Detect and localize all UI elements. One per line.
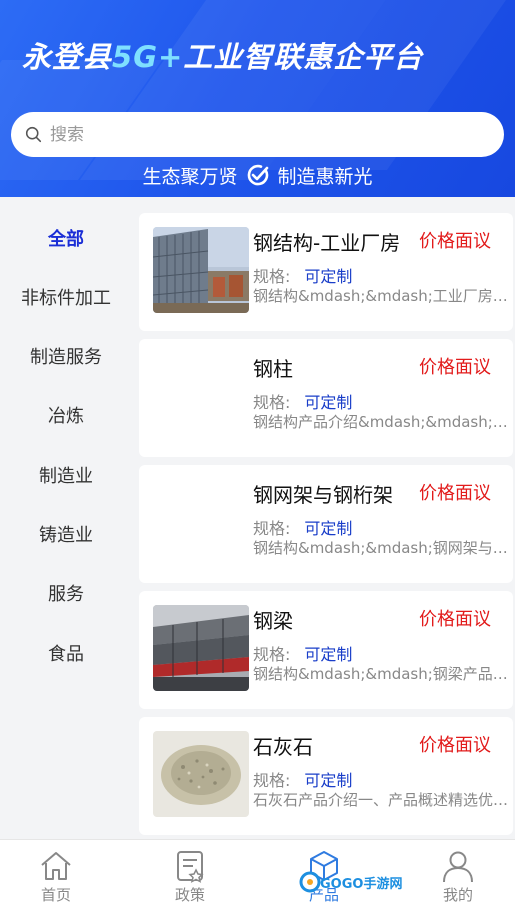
product-name: 钢网架与钢桁架: [253, 483, 393, 507]
sidebar-item-nonstandard[interactable]: 非标件加工: [0, 284, 132, 310]
product-desc: 钢结构产品介绍&mdash;&mdash;钢柱产品概述: [253, 413, 515, 431]
sidebar-item-manufacturing-service[interactable]: 制造服务: [0, 343, 132, 369]
user-icon: [443, 851, 473, 883]
slogan: 生态聚万贤 制造惠新光: [0, 160, 515, 190]
product-desc: 钢结构&mdash;&mdash;钢网架与钢桁架产品: [253, 539, 515, 557]
slogan-left: 生态聚万贤: [142, 165, 238, 188]
sidebar-item-smelting[interactable]: 冶炼: [0, 402, 132, 428]
steel-beam-image: [153, 605, 249, 691]
sidebar-item-food[interactable]: 食品: [0, 640, 132, 666]
product-desc: 石灰石产品介绍一、产品概述精选优质石灰石: [253, 791, 515, 809]
product-name: 钢梁: [253, 609, 293, 633]
page-title: 永登县5G+工业智联惠企平台: [22, 40, 424, 74]
product-price: 价格面议: [419, 357, 491, 378]
product-desc: 钢结构&mdash;&mdash;工业厂房产品介绍: [253, 287, 515, 305]
tab-mine[interactable]: 我的: [394, 840, 515, 906]
limestone-image: [153, 731, 249, 817]
product-price: 价格面议: [419, 483, 491, 504]
search-bar[interactable]: [11, 112, 504, 157]
search-input[interactable]: [50, 124, 470, 145]
product-spec: 规格: 可定制: [253, 393, 353, 412]
check-circle-logo-icon: [247, 164, 268, 186]
product-card[interactable]: 石灰石 价格面议 规格:可定制 石灰石产品介绍一、产品概述精选优质石灰石: [139, 717, 515, 835]
product-name: 钢柱: [253, 357, 293, 381]
slogan-right: 制造惠新光: [277, 165, 373, 188]
product-price: 价格面议: [419, 231, 491, 252]
category-sidebar: 全部 非标件加工 制造服务 冶炼 制造业 铸造业 服务 食品: [0, 197, 132, 839]
product-card[interactable]: 钢柱 价格面议 规格:可定制 钢结构产品介绍&mdash;&mdash;钢柱产品…: [139, 339, 515, 457]
home-icon: [41, 852, 71, 880]
sidebar-item-casting[interactable]: 铸造业: [0, 521, 132, 547]
search-icon: [25, 126, 42, 143]
gogo-watermark-logo: GOGO手游网: [299, 871, 402, 893]
product-list: 钢结构-工业厂房 价格面议 规格: 可定制 钢结构&mdash;&mdash;工业…: [132, 197, 515, 839]
tab-home[interactable]: 首页: [0, 840, 120, 906]
bottom-tab-bar: 首页 政策 产品 我的: [0, 839, 515, 906]
product-card[interactable]: 钢网架与钢桁架 价格面议 规格: 可定制 钢结构&mdash;&mdash;钢网架…: [139, 465, 515, 583]
policy-icon: [177, 851, 204, 883]
product-name: 石灰石: [253, 735, 313, 759]
sidebar-item-manufacturing[interactable]: 制造业: [0, 462, 132, 488]
product-desc: 钢结构&mdash;&mdash;钢梁产品介绍概述: [253, 665, 515, 683]
svg-text:GOGO手游网: GOGO手游网: [320, 876, 402, 892]
tab-policy[interactable]: 政策: [126, 840, 254, 906]
product-spec: 规格: 可定制: [253, 267, 353, 286]
product-price: 价格面议: [419, 609, 491, 630]
product-spec: 规格: 可定制: [253, 519, 353, 538]
product-spec: 规格: 可定制: [253, 771, 353, 790]
product-card[interactable]: 钢结构-工业厂房 价格面议 规格: 可定制 钢结构&mdash;&mdash;工业…: [139, 213, 515, 331]
product-name: 钢结构-工业厂房: [253, 231, 401, 255]
product-card[interactable]: 钢梁 价格面议 规格:可定制 钢结构&mdash;&mdash;钢梁产品介绍概述: [139, 591, 515, 709]
header-banner: 永登县5G+工业智联惠企平台 生态聚万贤 制造惠新光: [0, 0, 515, 197]
factory-building-image: [153, 227, 249, 313]
product-price: 价格面议: [419, 735, 491, 756]
product-spec: 规格: 可定制: [253, 645, 353, 664]
sidebar-item-all[interactable]: 全部: [0, 225, 132, 251]
sidebar-item-service[interactable]: 服务: [0, 580, 132, 606]
